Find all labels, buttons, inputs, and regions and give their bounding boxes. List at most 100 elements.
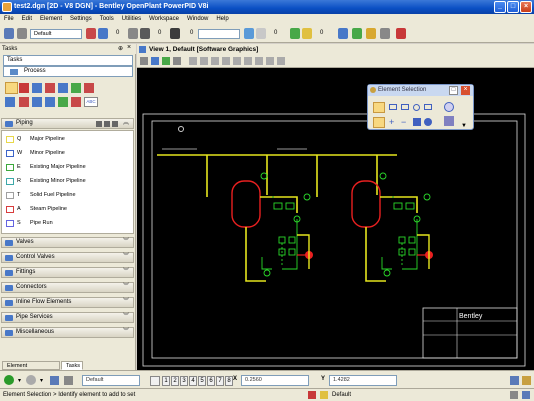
pump-2[interactable] <box>417 251 433 259</box>
panel-close-icon[interactable]: × <box>127 44 131 51</box>
lock-icon[interactable] <box>522 376 531 385</box>
x-coordinate-field[interactable]: 0.2560 <box>241 375 309 386</box>
vessel-1[interactable] <box>231 180 261 228</box>
delete-tool-icon[interactable] <box>19 83 29 93</box>
element-attributes-icon[interactable] <box>4 28 14 39</box>
attributes-icon[interactable] <box>64 376 73 385</box>
instrument-2[interactable] <box>379 172 387 180</box>
view-4-button[interactable]: 4 <box>189 376 197 386</box>
dialog-maximize-button[interactable]: □ <box>449 86 458 95</box>
forward-dropdown-icon[interactable]: ▾ <box>40 377 43 384</box>
task-selector[interactable]: Tasks <box>3 55 133 66</box>
break-tool-icon[interactable] <box>84 83 94 93</box>
clear-mode-icon[interactable] <box>424 118 432 126</box>
fit-view-icon[interactable] <box>222 57 230 65</box>
pin-icon[interactable]: ⊕ <box>118 45 124 52</box>
transparency-icon[interactable] <box>244 28 254 39</box>
view-attributes-icon[interactable] <box>140 57 148 65</box>
section-fittings[interactable]: Fittings ︾ <box>1 267 134 278</box>
back-dropdown-icon[interactable]: ▾ <box>18 377 21 384</box>
section-control-valves[interactable]: Control Valves ︾ <box>1 252 134 263</box>
views-icon[interactable] <box>150 376 160 386</box>
menu-element[interactable]: Element <box>36 14 66 25</box>
pipe-item-solid-fuel-pipeline[interactable]: T Solid Fuel Pipeline <box>6 190 76 201</box>
menu-edit[interactable]: Edit <box>18 14 36 25</box>
invert-mode-icon[interactable] <box>413 118 421 126</box>
view-2-button[interactable]: 2 <box>171 376 179 386</box>
close-button[interactable]: × <box>520 1 532 13</box>
pipe-item-minor-pipeline[interactable]: W Minor Pipeline <box>6 148 65 159</box>
y-coordinate-field[interactable]: 1.4282 <box>329 375 397 386</box>
section-valves[interactable]: Valves ︾ <box>1 237 134 248</box>
levels-display-icon[interactable] <box>162 57 170 65</box>
view-8-button[interactable]: 8 <box>225 376 233 386</box>
copy-view-icon[interactable] <box>277 57 285 65</box>
menu-window[interactable]: Window <box>183 14 212 25</box>
dialog-expand-icon[interactable]: ▼ <box>461 123 467 129</box>
place-tool-icon[interactable] <box>32 83 42 93</box>
primary-tools-icon[interactable] <box>338 28 348 39</box>
view-3-button[interactable]: 3 <box>180 376 188 386</box>
add-mode-icon[interactable]: + <box>389 118 397 127</box>
pipe-item-major-pipeline[interactable]: Q Major Pipeline <box>6 134 65 145</box>
detail-view-icon[interactable] <box>112 121 118 127</box>
fill-icon[interactable] <box>302 28 312 39</box>
select-tool-icon[interactable] <box>5 82 18 94</box>
minimize-button[interactable]: _ <box>494 1 506 13</box>
view-6-button[interactable]: 6 <box>207 376 215 386</box>
element-selection-dialog[interactable]: Element Selection □ × + − ▼ <box>367 84 474 130</box>
rotate-tool-icon[interactable] <box>5 97 15 107</box>
back-icon[interactable] <box>4 375 14 385</box>
block-select-icon[interactable] <box>389 104 397 110</box>
view-window[interactable]: View 1, Default [Software Graphics] Bent… <box>137 44 534 370</box>
zoom-in-icon[interactable] <box>189 57 197 65</box>
piping-section-header[interactable]: Piping ︽ <box>1 118 134 129</box>
line-select-icon[interactable] <box>424 104 432 110</box>
vessel-2-outlet[interactable] <box>365 227 386 282</box>
window-area-icon[interactable] <box>211 57 219 65</box>
selection-options-icon[interactable] <box>444 116 454 126</box>
flip-tool-icon[interactable] <box>19 97 29 107</box>
pan-view-icon[interactable] <box>244 57 252 65</box>
level-manager-icon[interactable] <box>50 376 59 385</box>
references-icon[interactable] <box>366 28 376 39</box>
pipe-item-steam-pipeline[interactable]: A Steam Pipeline <box>6 204 67 215</box>
levels-icon[interactable] <box>352 28 362 39</box>
individual-select-icon[interactable] <box>373 102 385 113</box>
modify-tool-icon[interactable] <box>58 83 68 93</box>
class-icon[interactable] <box>290 28 300 39</box>
menu-settings[interactable]: Settings <box>66 14 96 25</box>
tab-tasks[interactable]: Tasks <box>61 361 83 370</box>
section-connectors[interactable]: Connectors ︾ <box>1 282 134 293</box>
subtract-mode-icon[interactable]: − <box>401 118 409 127</box>
rotate-view-icon[interactable] <box>233 57 241 65</box>
component-tool-icon[interactable] <box>45 83 55 93</box>
copy-tool-icon[interactable] <box>32 97 42 107</box>
view-previous-icon[interactable] <box>255 57 263 65</box>
process-task[interactable]: Process <box>3 66 133 77</box>
line-style-icon[interactable] <box>128 28 138 39</box>
accudraw-icon[interactable] <box>510 376 519 385</box>
section-inline-flow-elements[interactable]: Inline Flow Elements ︾ <box>1 297 134 308</box>
section-miscellaneous[interactable]: Miscellaneous ︾ <box>1 327 134 338</box>
menu-workspace[interactable]: Workspace <box>145 14 183 25</box>
align-tool-icon[interactable] <box>58 97 68 107</box>
drawing-canvas[interactable]: Bentley <box>137 69 534 370</box>
new-mode-icon[interactable] <box>373 117 385 128</box>
template-select[interactable] <box>198 29 240 39</box>
tab-element-information[interactable]: Element Information <box>2 361 60 378</box>
dialog-close-button[interactable]: × <box>461 86 470 95</box>
weight-icon[interactable] <box>170 28 180 39</box>
pipe-item-existing-minor-pipeline[interactable]: R Existing Minor Pipeline <box>6 176 86 187</box>
instrument-1[interactable] <box>260 172 268 180</box>
section-pipe-services[interactable]: Pipe Services ︾ <box>1 312 134 323</box>
connect-tool-icon[interactable] <box>71 83 81 93</box>
view-7-button[interactable]: 7 <box>216 376 224 386</box>
shape-select-icon[interactable] <box>401 104 409 110</box>
view-1-button[interactable]: 1 <box>162 376 170 386</box>
pipe-item-existing-major-pipeline[interactable]: E Existing Major Pipeline <box>6 162 86 173</box>
color-icon[interactable] <box>86 28 96 39</box>
list-view-icon[interactable] <box>96 121 102 127</box>
zoom-out-icon[interactable] <box>200 57 208 65</box>
move-tool-icon[interactable] <box>45 97 55 107</box>
